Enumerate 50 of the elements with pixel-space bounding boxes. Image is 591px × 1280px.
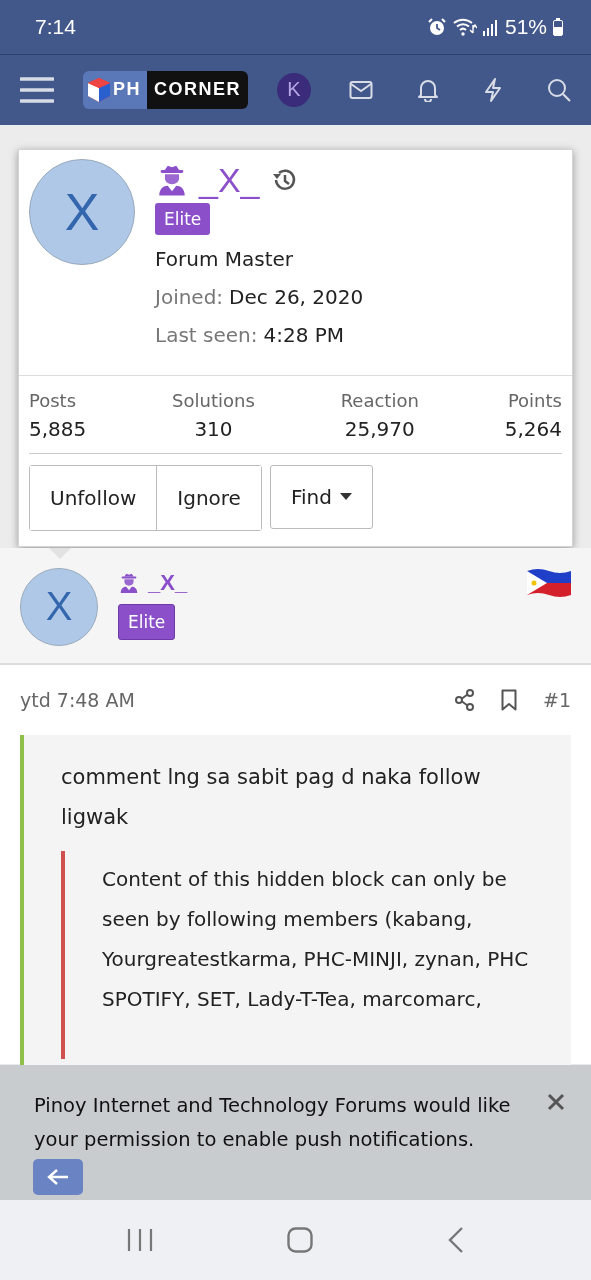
spy-icon (118, 571, 140, 594)
user-avatar: X (29, 158, 135, 265)
close-icon[interactable] (547, 1093, 565, 1112)
post-number[interactable]: #1 (543, 688, 571, 711)
back-button[interactable] (33, 1159, 83, 1196)
mail-icon[interactable] (349, 79, 373, 100)
user-avatar[interactable]: X (20, 567, 98, 646)
stat-label: Points (506, 389, 562, 411)
caret-icon (339, 493, 352, 501)
username[interactable]: _X_ (148, 569, 188, 596)
menu-icon[interactable] (20, 75, 54, 104)
user-badge: Elite (155, 202, 211, 235)
cube-icon (87, 76, 111, 103)
username[interactable]: _X_ (199, 160, 260, 199)
stat-value: 310 (193, 416, 234, 441)
clock-time: 7:14 (35, 14, 77, 39)
wifi-icon (452, 16, 477, 37)
share-icon[interactable] (455, 688, 475, 711)
stat-label: Solutions (172, 389, 255, 411)
push-permission-message: Pinoy Internet and Technology Forums would like your permission to enable push notifications. (34, 1093, 512, 1154)
back-icon[interactable] (447, 1226, 464, 1254)
stat-value: 5,264 (504, 416, 562, 441)
signal-icon (482, 17, 499, 36)
field-label: Last seen: (155, 322, 258, 347)
user-avatar[interactable]: K (277, 72, 312, 107)
bookmark-icon[interactable] (501, 688, 517, 711)
user-title: Forum Master (155, 246, 295, 271)
post-time[interactable]: ytd 7:48 AM (20, 688, 429, 711)
post-message: comment lng sa sabit pag d naka follow ligwak (61, 763, 482, 831)
alarm-icon (426, 16, 447, 37)
field-label: Joined: (155, 284, 224, 309)
user-badge: Elite (118, 603, 176, 640)
find-dropdown[interactable]: Find (269, 464, 373, 529)
home-icon[interactable] (287, 1227, 314, 1253)
bolt-icon[interactable] (483, 77, 503, 102)
stat-value: 25,970 (343, 416, 416, 441)
battery-percent: 51% (504, 14, 547, 39)
bell-icon[interactable] (417, 77, 439, 102)
field-value: 4:28 PM (263, 322, 345, 347)
stat-label: Posts (29, 389, 78, 411)
flag-icon (527, 567, 571, 598)
hidden-block-text: Content of this hidden block can only be seen by following members (kabang, Yourgreatestkarma, PHC-MINJI, zynan, PHC SPOTIFY, SET, Lady-T-Tea, marcomarc, (61, 850, 551, 1059)
stat-value: 5,885 (29, 416, 87, 441)
field-value: Dec 26, 2020 (229, 284, 364, 309)
stat-label: Reaction (340, 389, 419, 411)
action-button[interactable]: Ignore (156, 465, 261, 530)
search-icon[interactable] (547, 77, 571, 102)
recent-apps-icon[interactable] (127, 1228, 154, 1252)
arrow-left-icon (47, 1168, 69, 1187)
battery-icon (553, 17, 563, 36)
